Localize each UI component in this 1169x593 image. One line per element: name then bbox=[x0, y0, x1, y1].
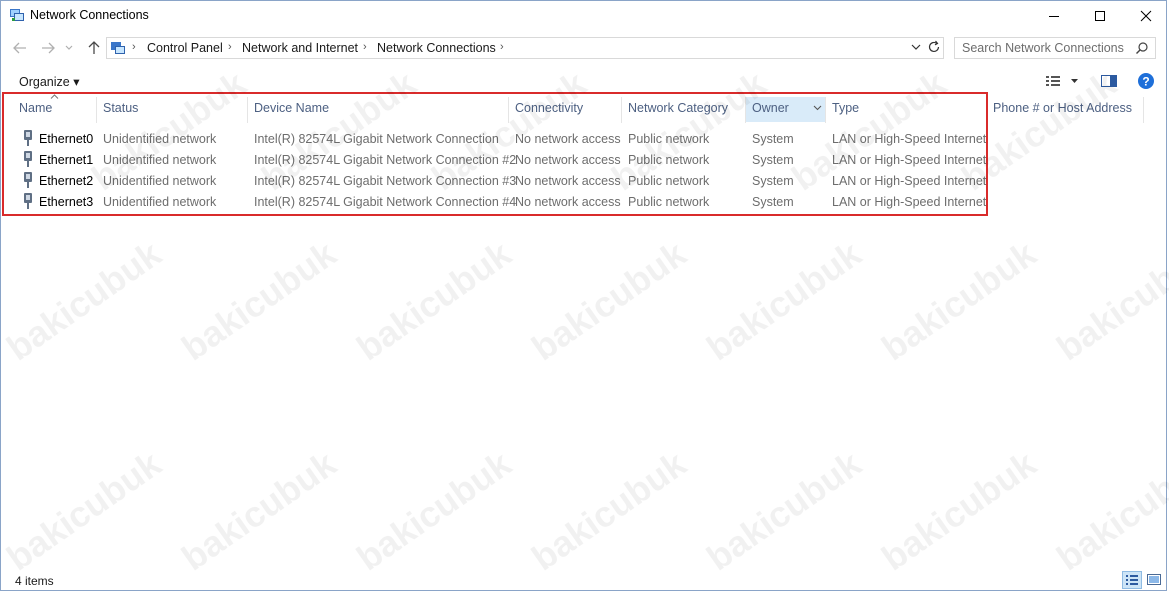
large-icons-view-icon bbox=[1147, 574, 1161, 585]
watermark: bakicubuk bbox=[874, 442, 1044, 579]
watermark: bakicubuk bbox=[954, 62, 1124, 199]
watermark: bakicubuk bbox=[84, 62, 254, 199]
watermark: bakicubuk bbox=[174, 442, 344, 579]
status-item-count: 4 items bbox=[15, 574, 54, 588]
watermark: bakicubuk bbox=[349, 442, 519, 579]
watermark-layer: bakicubuk bakicubuk bakicubuk bakicubuk … bbox=[0, 0, 1169, 593]
watermark: bakicubuk bbox=[0, 232, 169, 369]
details-view-icon bbox=[1126, 575, 1138, 585]
watermark: bakicubuk bbox=[524, 442, 694, 579]
watermark: bakicubuk bbox=[699, 442, 869, 579]
watermark: bakicubuk bbox=[604, 62, 774, 199]
watermark: bakicubuk bbox=[524, 232, 694, 369]
watermark: bakicubuk bbox=[424, 62, 594, 199]
watermark: bakicubuk bbox=[699, 232, 869, 369]
watermark: bakicubuk bbox=[254, 62, 424, 199]
large-icons-view-button[interactable] bbox=[1145, 571, 1163, 589]
watermark: bakicubuk bbox=[1049, 442, 1169, 579]
watermark: bakicubuk bbox=[1049, 232, 1169, 369]
watermark: bakicubuk bbox=[174, 232, 344, 369]
watermark: bakicubuk bbox=[874, 232, 1044, 369]
details-view-button[interactable] bbox=[1122, 571, 1142, 589]
watermark: bakicubuk bbox=[349, 232, 519, 369]
watermark: bakicubuk bbox=[0, 442, 169, 579]
watermark: bakicubuk bbox=[784, 62, 954, 199]
